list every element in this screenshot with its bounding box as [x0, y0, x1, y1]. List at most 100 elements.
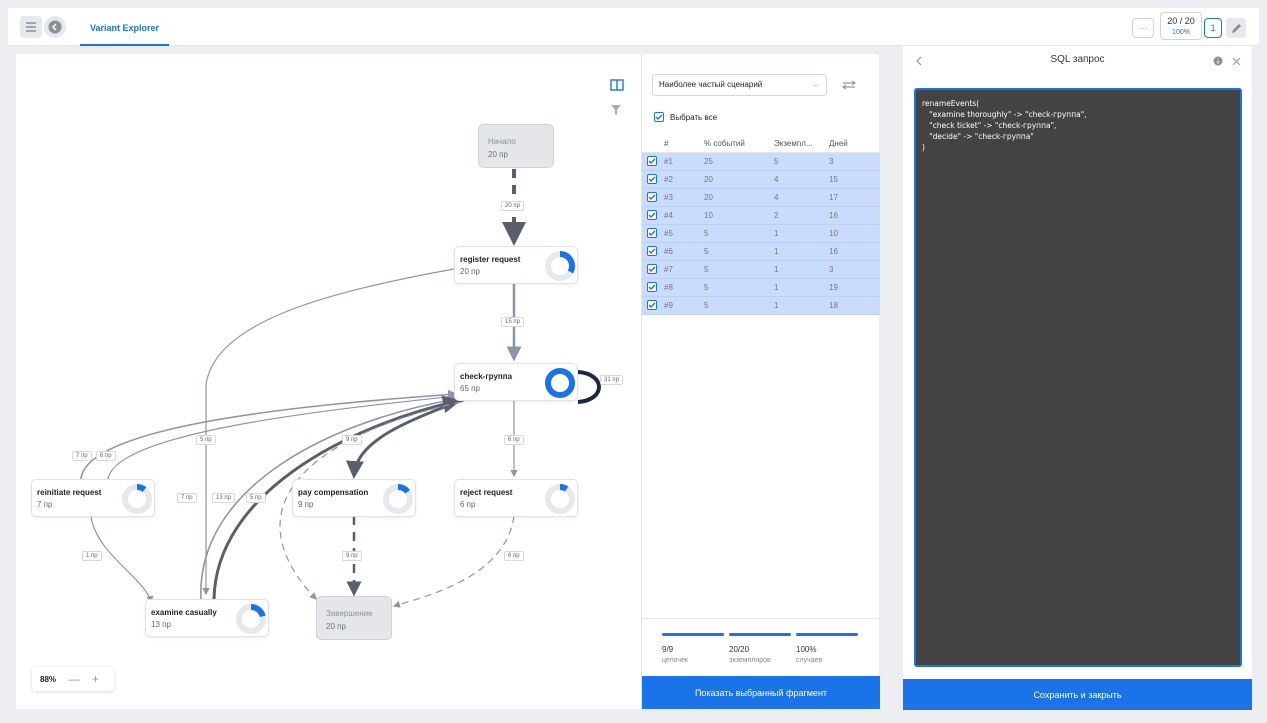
- node-count: 7 пр: [37, 500, 53, 509]
- table-row[interactable]: #5 5 1 10: [642, 225, 880, 243]
- cell-days: 19: [829, 283, 838, 292]
- menu-icon[interactable]: [20, 16, 42, 38]
- edge-label: 6 пр: [504, 551, 524, 561]
- row-checkbox[interactable]: [642, 156, 662, 167]
- top-bar: Variant Explorer ··· 20 / 20 100% 1: [8, 8, 1259, 46]
- row-checkbox[interactable]: [642, 174, 662, 185]
- stat-chains: 9/9 цепочек: [662, 633, 724, 664]
- edge-label: 7 пр: [72, 451, 92, 461]
- instances-counter: 20 / 20 100%: [1160, 12, 1202, 40]
- cell-instances: 5: [774, 157, 779, 166]
- node-register-request[interactable]: register request 20 пр: [454, 246, 578, 284]
- table-row[interactable]: #3 20 4 17: [642, 189, 880, 207]
- zoom-in-button[interactable]: +: [92, 672, 99, 686]
- counter-percent: 100%: [1172, 29, 1190, 36]
- node-check-group[interactable]: check-группа 65 пр: [454, 363, 578, 401]
- row-checkbox[interactable]: [642, 282, 662, 293]
- node-end[interactable]: Завершение 20 пр: [316, 596, 392, 640]
- node-pay-compensation[interactable]: pay compensation 9 пр: [292, 479, 416, 517]
- table-row[interactable]: #7 5 1 3: [642, 261, 880, 279]
- node-title: pay compensation: [298, 488, 369, 497]
- checkbox-checked[interactable]: [647, 246, 657, 256]
- donut-chart-icon: [236, 604, 266, 634]
- row-checkbox[interactable]: [642, 192, 662, 203]
- stat-value: 9/9: [662, 645, 674, 654]
- column-header[interactable]: Экземпл...: [770, 139, 825, 148]
- column-header[interactable]: Дней: [825, 139, 865, 148]
- table-row[interactable]: #8 5 1 19: [642, 279, 880, 297]
- edit-icon[interactable]: [1226, 18, 1246, 38]
- column-header[interactable]: #: [642, 139, 700, 148]
- edge-label: 5 пр: [196, 435, 216, 445]
- table-row[interactable]: #1 25 5 3: [642, 153, 880, 171]
- checkbox-checked[interactable]: [647, 228, 657, 238]
- cell-events-percent: 10: [704, 211, 713, 220]
- node-reject-request[interactable]: reject request 6 пр: [454, 479, 578, 517]
- tab-variant-explorer[interactable]: Variant Explorer: [80, 12, 170, 46]
- sort-swap-icon[interactable]: [842, 80, 856, 90]
- cell-days: 17: [829, 193, 838, 202]
- filter-icon[interactable]: [610, 104, 622, 116]
- checkbox-checked[interactable]: [647, 156, 657, 166]
- edge-label: 13 пр: [212, 493, 235, 503]
- page-indicator[interactable]: 1: [1204, 18, 1222, 38]
- process-graph-canvas[interactable]: 20 пр 15 пр 31 пр 5 пр 7 пр 6 пр 9 пр 6 …: [16, 54, 641, 709]
- code-line: "check ticket" -> "check-группа",: [922, 121, 1057, 130]
- checkbox-checked[interactable]: [647, 300, 657, 310]
- select-all-checkbox[interactable]: Выбрать все: [654, 112, 717, 122]
- edge-label: 9 пр: [342, 435, 362, 445]
- cell-events-percent: 5: [704, 229, 709, 238]
- donut-chart-icon: [545, 484, 575, 514]
- sql-code-editor[interactable]: renameEvents( "examine thoroughly" -> "c…: [914, 88, 1242, 667]
- back-icon[interactable]: [44, 16, 66, 38]
- cell-events-percent: 5: [704, 265, 709, 274]
- column-header[interactable]: % событий: [700, 139, 770, 148]
- row-checkbox[interactable]: [642, 300, 662, 311]
- close-icon[interactable]: [1232, 57, 1241, 66]
- scenario-select[interactable]: Наиболее частый сценарий ⌵: [652, 74, 827, 96]
- stat-instances: 20/20 экземпляров: [729, 633, 791, 664]
- node-examine-casually[interactable]: examine casually 13 пр: [145, 599, 269, 637]
- checkbox-checked[interactable]: [654, 112, 664, 122]
- edge-check-pay: [345, 397, 467, 479]
- node-reinitiate-request[interactable]: reinitiate request 7 пр: [31, 479, 155, 517]
- sql-panel: SQL запрос renameEvents( "examine thorou…: [903, 46, 1252, 710]
- panel-toggle-icon[interactable]: [610, 79, 624, 91]
- edge-label: 31 пр: [600, 375, 623, 385]
- row-checkbox[interactable]: [642, 228, 662, 239]
- checkbox-checked[interactable]: [647, 192, 657, 202]
- table-row[interactable]: #6 5 1 16: [642, 243, 880, 261]
- scenario-table: # % событий Экземпл... Дней #1 25 5 3 #2 20 4 1…: [642, 134, 880, 315]
- row-checkbox[interactable]: [642, 264, 662, 275]
- cell-events-percent: 25: [704, 157, 713, 166]
- cell-instances: 1: [774, 301, 779, 310]
- checkbox-checked[interactable]: [647, 264, 657, 274]
- cell-id: #8: [664, 283, 673, 292]
- node-title: examine casually: [151, 608, 217, 617]
- donut-chart-icon: [545, 251, 575, 281]
- cell-days: 16: [829, 247, 838, 256]
- table-body: #1 25 5 3 #2 20 4 15 #3 20 4 17 #4 10 2 16 #5 5 1 10 #6 5 1 16 #…: [642, 153, 880, 315]
- table-row[interactable]: #2 20 4 15: [642, 171, 880, 189]
- node-start[interactable]: Начало 20 пр: [478, 124, 554, 168]
- checkbox-checked[interactable]: [647, 174, 657, 184]
- row-checkbox[interactable]: [642, 246, 662, 257]
- row-checkbox[interactable]: [642, 210, 662, 221]
- stat-cases: 100% случаев: [796, 633, 858, 664]
- table-row[interactable]: #4 10 2 16: [642, 207, 880, 225]
- zoom-out-button[interactable]: —: [68, 672, 80, 686]
- show-fragment-button[interactable]: Показать выбранный фрагмент: [642, 676, 880, 709]
- stat-label: случаев: [796, 657, 823, 664]
- stat-bar: [662, 633, 724, 636]
- table-row[interactable]: #9 5 1 18: [642, 297, 880, 315]
- checkbox-checked[interactable]: [647, 210, 657, 220]
- save-and-close-button[interactable]: Сохранить и закрыть: [903, 679, 1252, 710]
- stat-value: 20/20: [729, 645, 750, 654]
- cell-events-percent: 5: [704, 283, 709, 292]
- node-title: register request: [460, 255, 521, 264]
- cell-id: #9: [664, 301, 673, 310]
- node-count: 20 пр: [460, 267, 480, 276]
- more-options-button[interactable]: ···: [1132, 18, 1154, 38]
- checkbox-checked[interactable]: [647, 282, 657, 292]
- info-icon[interactable]: [1213, 56, 1223, 66]
